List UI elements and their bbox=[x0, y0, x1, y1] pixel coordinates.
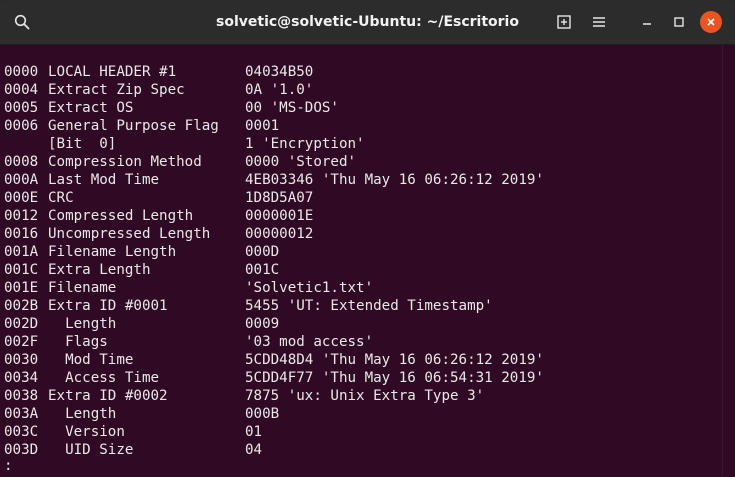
line-value: 00000012 bbox=[245, 226, 314, 242]
menu-button[interactable] bbox=[585, 8, 613, 36]
line-value: 0A '1.0' bbox=[245, 82, 314, 98]
line-value: 1 'Encryption' bbox=[245, 136, 365, 152]
line-offset: 0038 bbox=[4, 388, 39, 404]
line-value: 5455 'UT: Extended Timestamp' bbox=[245, 298, 493, 314]
line-value: 0000001E bbox=[245, 208, 314, 224]
terminal-output[interactable]: 0000 LOCAL HEADER #1 04034B50 0004 Extract … bbox=[0, 45, 722, 477]
close-button[interactable] bbox=[700, 11, 722, 33]
line-label: Length bbox=[48, 406, 117, 422]
line-offset: 003A bbox=[4, 406, 39, 422]
line-value: 0009 bbox=[245, 316, 280, 332]
line-value: 01 bbox=[245, 424, 263, 440]
line-label: Access Time bbox=[48, 370, 160, 386]
line-value: 0000 'Stored' bbox=[245, 154, 357, 170]
line-offset: 0016 bbox=[4, 226, 39, 242]
line-value: 'Solvetic1.txt' bbox=[245, 280, 374, 296]
line-offset: 001C bbox=[4, 262, 39, 278]
line-value: 4EB03346 'Thu May 16 06:26:12 2019' bbox=[245, 172, 544, 188]
line-value: 04 bbox=[245, 442, 263, 458]
line-label: Flags bbox=[48, 334, 108, 350]
line-offset: 0030 bbox=[4, 352, 39, 368]
line-value: '03 mod access' bbox=[245, 334, 374, 350]
line-label: Extract OS bbox=[48, 100, 134, 116]
line-label: Last Mod Time bbox=[48, 172, 160, 188]
line-value: 7875 'ux: Unix Extra Type 3' bbox=[245, 388, 485, 404]
line-label: CRC bbox=[48, 190, 74, 206]
new-tab-icon bbox=[557, 15, 571, 29]
line-label: Extra ID #0002 bbox=[48, 388, 168, 404]
close-icon bbox=[707, 18, 715, 26]
window-title: solvetic@solvetic-Ubuntu: ~/Escritorio bbox=[216, 14, 519, 30]
line-value: 000B bbox=[245, 406, 280, 422]
maximize-icon bbox=[674, 17, 684, 27]
line-label: [Bit 0] bbox=[48, 136, 117, 152]
line-offset: 002B bbox=[4, 298, 39, 314]
hamburger-menu-icon bbox=[593, 17, 605, 27]
line-offset: 000E bbox=[4, 190, 39, 206]
line-label: Compressed Length bbox=[48, 208, 194, 224]
line-label: Version bbox=[48, 424, 125, 440]
title-bar[interactable]: solvetic@solvetic-Ubuntu: ~/Escritorio bbox=[0, 0, 735, 45]
line-offset: 0005 bbox=[4, 100, 39, 116]
line-value: 5CDD48D4 'Thu May 16 06:26:12 2019' bbox=[245, 352, 544, 368]
minimize-icon bbox=[643, 23, 651, 25]
line-label: Extra ID #0001 bbox=[48, 298, 168, 314]
pager-prompt[interactable]: : bbox=[4, 457, 13, 475]
line-label: Uncompressed Length bbox=[48, 226, 211, 242]
line-label: Mod Time bbox=[48, 352, 134, 368]
line-label: General Purpose Flag bbox=[48, 118, 219, 134]
line-offset: 0000 bbox=[4, 64, 39, 80]
terminal-window: solvetic@solvetic-Ubuntu: ~/Escritorio 0… bbox=[0, 0, 735, 477]
line-offset: 0034 bbox=[4, 370, 39, 386]
line-label: Extract Zip Spec bbox=[48, 82, 185, 98]
line-offset: 002F bbox=[4, 334, 39, 350]
line-offset: 0008 bbox=[4, 154, 39, 170]
maximize-button[interactable] bbox=[665, 8, 693, 36]
line-label: Extra Length bbox=[48, 262, 151, 278]
line-label: UID Size bbox=[48, 442, 134, 458]
line-label: Length bbox=[48, 316, 117, 332]
line-offset: 0004 bbox=[4, 82, 39, 98]
line-value: 000D bbox=[245, 244, 280, 260]
line-value: 5CDD4F77 'Thu May 16 06:54:31 2019' bbox=[245, 370, 544, 386]
line-label: Compression Method bbox=[48, 154, 202, 170]
line-label: LOCAL HEADER #1 bbox=[48, 64, 177, 80]
line-value: 001C bbox=[245, 262, 280, 278]
minimize-button[interactable] bbox=[633, 8, 661, 36]
terminal-scrollbar[interactable] bbox=[722, 45, 735, 477]
line-offset: 000A bbox=[4, 172, 39, 188]
line-label: Filename bbox=[48, 280, 117, 296]
line-offset: 0006 bbox=[4, 118, 39, 134]
line-value: 0001 bbox=[245, 118, 280, 134]
line-offset: 001A bbox=[4, 244, 39, 260]
line-value: 1D8D5A07 bbox=[245, 190, 314, 206]
line-value: 00 'MS-DOS' bbox=[245, 100, 339, 116]
line-value: 04034B50 bbox=[245, 64, 314, 80]
line-offset: 0012 bbox=[4, 208, 39, 224]
line-offset: 003C bbox=[4, 424, 39, 440]
line-offset: 002D bbox=[4, 316, 39, 332]
line-offset: 001E bbox=[4, 280, 39, 296]
line-label: Filename Length bbox=[48, 244, 177, 260]
new-tab-button[interactable] bbox=[550, 8, 578, 36]
